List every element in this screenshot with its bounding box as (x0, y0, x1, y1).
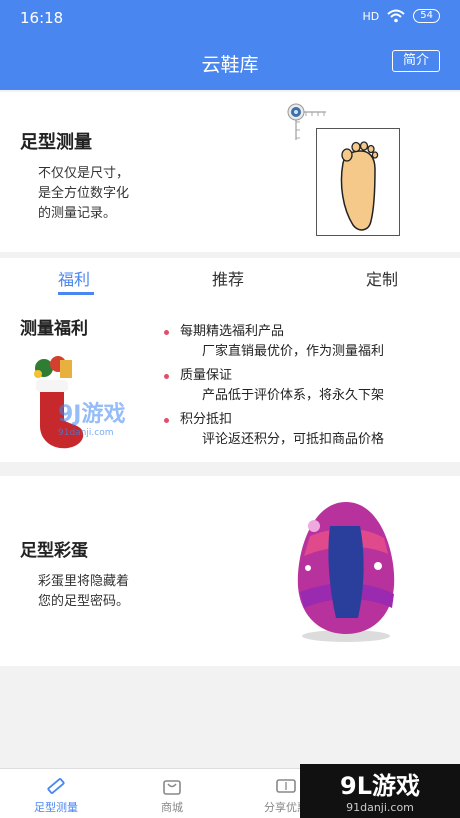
tab-recommend[interactable]: 推荐 (212, 266, 244, 290)
nav-item-measure[interactable]: 足型测量 (16, 775, 96, 815)
measure-desc-line: 不仅仅是尺寸， (38, 166, 130, 181)
egg-card[interactable]: 足型彩蛋 彩蛋里将隐藏着 您的足型密码。 (0, 476, 460, 666)
benefit-title: 每期精选福利产品 (164, 322, 384, 342)
benefit-list: 每期精选福利产品 厂家直销最优价，作为测量福利 质量保证 产品低于评价体系，将永… (164, 322, 384, 454)
nav-label: 商城 (161, 801, 183, 814)
measure-desc-line: 的测量记录。 (38, 206, 117, 221)
battery-badge: 54 (413, 9, 440, 23)
brand-watermark: 9L游戏 91danji.com (300, 764, 460, 818)
measure-desc: 不仅仅是尺寸， 是全方位数字化 的测量记录。 (38, 164, 129, 224)
benefit-title: 积分抵扣 (164, 410, 384, 430)
network-label: HD (362, 9, 380, 23)
nav-item-mall[interactable]: 商城 (132, 775, 212, 815)
intro-button[interactable]: 简介 (392, 50, 440, 72)
measure-desc-line: 是全方位数字化 (38, 186, 130, 201)
ruler-icon (47, 778, 65, 794)
brand-watermark-main: 9L游戏 (340, 772, 420, 800)
benefit-title: 质量保证 (164, 366, 384, 386)
tab-bar: 福利 推荐 定制 (0, 258, 460, 298)
nav-label: 足型测量 (34, 801, 78, 814)
foot-icon (340, 141, 379, 231)
welfare-card: 测量福利 9J游戏 91danji.com 每期精选福利产品 厂家直销最优价，作… (0, 298, 460, 462)
app-bar: 云鞋库 简介 (0, 36, 460, 90)
benefit-item: 每期精选福利产品 厂家直销最优价，作为测量福利 (164, 322, 384, 362)
page-title: 云鞋库 (201, 54, 259, 76)
status-bar: 16:18 HD 54 (0, 0, 460, 36)
tab-welfare[interactable]: 福利 (58, 266, 90, 290)
egg-desc: 彩蛋里将隐藏着 您的足型密码。 (38, 572, 129, 612)
benefit-item: 质量保证 产品低于评价体系，将永久下架 (164, 366, 384, 406)
tab-custom[interactable]: 定制 (366, 266, 398, 290)
egg-desc-line: 您的足型密码。 (38, 594, 130, 609)
benefit-item: 积分抵扣 评论返还积分，可抵扣商品价格 (164, 410, 384, 450)
ticket-icon (276, 779, 296, 793)
status-time: 16:18 (20, 9, 64, 27)
measure-card[interactable]: 足型测量 不仅仅是尺寸， 是全方位数字化 的测量记录。 (0, 92, 460, 252)
measure-title: 足型测量 (20, 132, 92, 153)
wifi-icon (387, 9, 405, 23)
tab-indicator (58, 292, 94, 295)
welfare-watermark-main: 9J游戏 (58, 402, 126, 427)
egg-desc-line: 彩蛋里将隐藏着 (38, 574, 130, 589)
brand-watermark-sub: 91danji.com (346, 801, 414, 814)
benefit-desc: 厂家直销最优价，作为测量福利 (202, 344, 385, 359)
easter-egg-icon (297, 502, 395, 642)
welfare-title: 测量福利 (20, 319, 88, 339)
benefit-desc: 产品低于评价体系，将永久下架 (202, 388, 385, 403)
shopping-bag-icon (163, 780, 181, 795)
welfare-watermark: 9J游戏 91danji.com (58, 396, 126, 438)
status-icons: HD 54 (363, 9, 440, 23)
foot-outline-box (316, 128, 400, 236)
welfare-watermark-sub: 91danji.com (58, 428, 114, 438)
egg-title: 足型彩蛋 (20, 541, 88, 561)
benefit-desc: 评论返还积分，可抵扣商品价格 (202, 432, 385, 447)
